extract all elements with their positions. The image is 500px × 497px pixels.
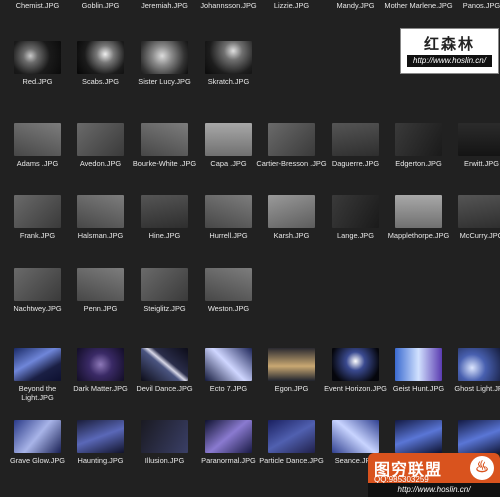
file-name: Nachtwey.JPG <box>13 304 62 313</box>
file-thumbnail[interactable] <box>141 41 188 74</box>
file-thumbnail[interactable] <box>77 268 124 301</box>
file-name: Ecto 7.JPG <box>209 384 248 393</box>
file-thumbnail[interactable] <box>141 268 188 301</box>
file-name: McCurry.JPG <box>459 231 500 240</box>
file-name: Ghost Light.JPG <box>454 384 500 393</box>
flame-icon: ♨ <box>470 456 494 480</box>
file-name: Erwitt.JPG <box>464 159 499 168</box>
file-thumbnail[interactable] <box>332 348 379 381</box>
file-thumbnail[interactable] <box>14 348 61 381</box>
file-thumbnail[interactable] <box>458 123 500 156</box>
file-name: Adams .JPG <box>16 159 59 168</box>
file-name: Haunting.JPG <box>77 456 124 465</box>
file-name: Frank.JPG <box>19 231 56 240</box>
file-name: Beyond the Light.JPG <box>18 384 57 403</box>
file-name: Devil Dance.JPG <box>136 384 193 393</box>
file-thumbnail[interactable] <box>205 348 252 381</box>
file-thumbnail[interactable] <box>268 348 315 381</box>
file-thumbnail[interactable] <box>77 123 124 156</box>
file-name: Scabs.JPG <box>82 77 119 86</box>
file-thumbnail[interactable] <box>332 123 379 156</box>
file-name: Skratch.JPG <box>207 77 250 86</box>
file-thumbnail[interactable] <box>14 268 61 301</box>
file-thumbnail[interactable] <box>205 195 252 228</box>
file-thumbnail[interactable] <box>458 348 500 381</box>
file-name: Chemist.JPG <box>15 1 60 10</box>
file-name: Lange.JPG <box>337 231 374 240</box>
file-name: Hurrell.JPG <box>209 231 248 240</box>
file-thumbnail[interactable] <box>458 420 500 453</box>
file-name: Hine.JPG <box>148 231 181 240</box>
file-name: Avedon.JPG <box>79 159 122 168</box>
file-name: Paranormal.JPG <box>201 456 256 465</box>
file-thumbnail[interactable] <box>14 123 61 156</box>
file-name: Capa .JPG <box>210 159 247 168</box>
file-name: Daguerre.JPG <box>331 159 380 168</box>
file-name: Goblin.JPG <box>81 1 120 10</box>
file-name: Red.JPG <box>22 77 53 86</box>
file-name: Bourke-White .JPG <box>132 159 197 168</box>
file-thumbnail[interactable] <box>14 420 61 453</box>
file-name: Johannsson.JPG <box>200 1 257 10</box>
file-thumbnail[interactable] <box>395 123 442 156</box>
file-name: Mapplethorpe.JPG <box>387 231 450 240</box>
file-thumbnail[interactable] <box>77 41 124 74</box>
watermark-url: http://www.hoslin.cn/ <box>407 55 492 67</box>
file-thumbnail[interactable] <box>332 420 379 453</box>
file-name: Mandy.JPG <box>336 1 375 10</box>
watermark-badge-url: http://www.hoslin.cn/ <box>368 483 500 497</box>
file-thumbnail[interactable] <box>77 420 124 453</box>
file-thumbnail[interactable] <box>77 195 124 228</box>
file-thumbnail[interactable] <box>268 420 315 453</box>
file-thumbnail[interactable] <box>395 348 442 381</box>
file-thumbnail[interactable] <box>332 195 379 228</box>
file-name: Dark Matter.JPG <box>73 384 128 393</box>
file-thumbnail[interactable] <box>205 41 252 74</box>
file-name: Steiglitz.JPG <box>143 304 186 313</box>
file-name: Sister Lucy.JPG <box>138 77 191 86</box>
file-thumbnail[interactable] <box>395 195 442 228</box>
file-name: Illusion.JPG <box>144 456 185 465</box>
file-name: Penn.JPG <box>83 304 118 313</box>
file-name: Mother Marlene.JPG <box>384 1 453 10</box>
file-name: Jeremiah.JPG <box>141 1 188 10</box>
file-name: Particle Dance.JPG <box>259 456 324 465</box>
file-thumbnail[interactable] <box>14 41 61 74</box>
file-thumbnail[interactable] <box>268 195 315 228</box>
file-thumbnail[interactable] <box>205 123 252 156</box>
file-thumbnail[interactable] <box>141 420 188 453</box>
file-name: Karsh.JPG <box>273 231 310 240</box>
file-thumbnail[interactable] <box>14 195 61 228</box>
file-thumbnail[interactable] <box>458 195 500 228</box>
file-name: Egon.JPG <box>274 384 309 393</box>
watermark-title: 红森林 <box>423 35 475 53</box>
file-name: Lizzie.JPG <box>273 1 310 10</box>
file-name: Cartier-Bresson .JPG <box>256 159 327 168</box>
file-thumbnail[interactable] <box>205 420 252 453</box>
file-thumbnail[interactable] <box>141 195 188 228</box>
watermark-badge: 图穷联盟 QQ:985303259 ♨ http://www.hoslin.cn… <box>368 453 500 497</box>
file-name: Panos.JPG <box>462 1 500 10</box>
watermark-logo: 红森林 http://www.hoslin.cn/ <box>400 28 499 74</box>
file-thumbnail[interactable] <box>395 420 442 453</box>
file-thumbnail[interactable] <box>141 348 188 381</box>
file-name: Event Horizon.JPG <box>324 384 387 393</box>
file-name: Grave Glow.JPG <box>9 456 66 465</box>
file-thumbnail[interactable] <box>141 123 188 156</box>
file-thumbnail[interactable] <box>77 348 124 381</box>
file-name: Weston.JPG <box>207 304 250 313</box>
file-thumbnail[interactable] <box>205 268 252 301</box>
file-name: Edgerton.JPG <box>395 159 442 168</box>
file-thumbnail[interactable] <box>268 123 315 156</box>
file-name: Halsman.JPG <box>77 231 124 240</box>
file-name: Geist Hunt.JPG <box>392 384 445 393</box>
